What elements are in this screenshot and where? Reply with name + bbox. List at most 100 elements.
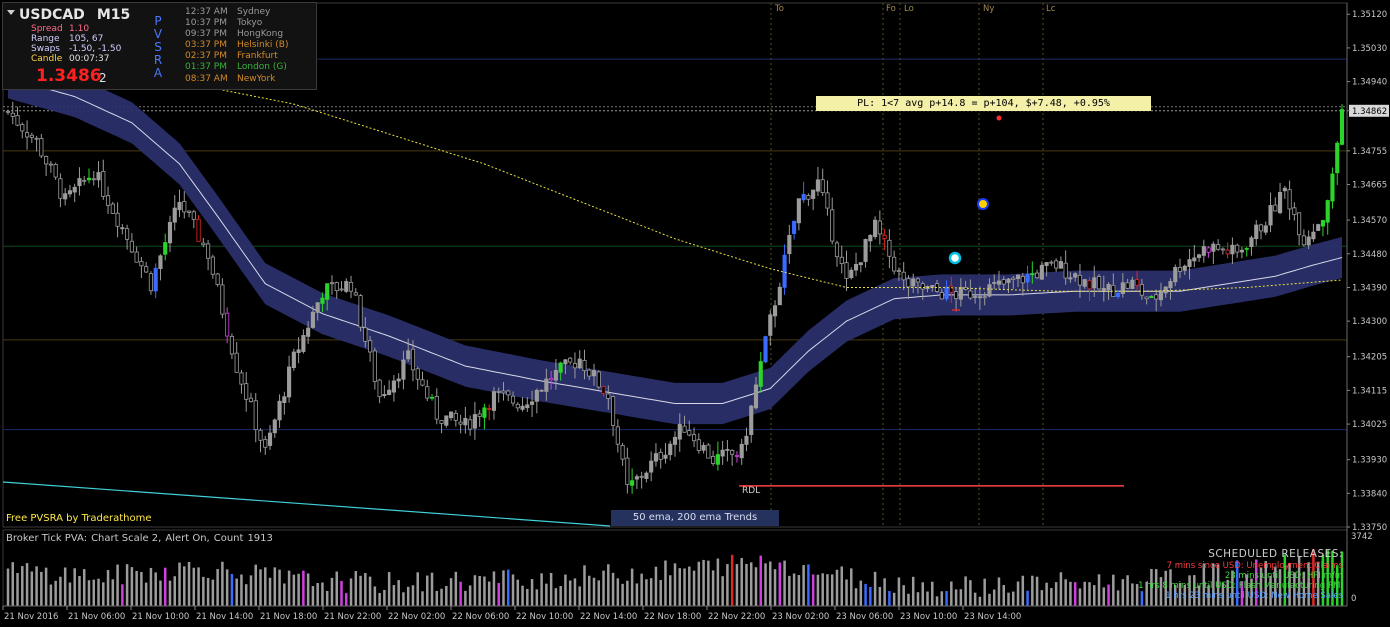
candle-body <box>977 296 982 299</box>
candle-body <box>182 201 187 213</box>
candle-body <box>1092 277 1097 289</box>
y-tick-label: 1.35030 <box>1352 44 1387 54</box>
candle-body <box>1168 281 1173 289</box>
candle-body <box>1216 244 1221 250</box>
candle-body <box>1058 261 1063 269</box>
y-tick-label: 1.34480 <box>1352 250 1387 260</box>
session-name: HongKong <box>237 29 284 40</box>
candle-body <box>77 178 82 187</box>
candle-body <box>1130 279 1135 289</box>
candle-body <box>1096 276 1102 290</box>
candle-body <box>387 389 392 395</box>
candle-body <box>1020 276 1025 284</box>
candle-body <box>1320 220 1326 227</box>
candle-body <box>530 401 535 405</box>
candle-body <box>1197 254 1202 258</box>
y-tick-label: 1.33840 <box>1352 489 1387 499</box>
y-tick-label: 1.35120 <box>1352 10 1387 20</box>
session-name: Sydney <box>237 7 271 17</box>
candle-body <box>277 400 282 421</box>
current-price-dot <box>996 115 1002 121</box>
candle-body <box>1287 189 1292 210</box>
candle-body <box>206 243 211 259</box>
candle-body <box>634 476 639 480</box>
trade-exit-marker <box>948 251 962 265</box>
candle-body <box>777 286 782 306</box>
candle-body <box>930 285 935 288</box>
session-row: 08:37 AM NewYork <box>185 74 288 85</box>
candle-body <box>882 234 887 239</box>
candle-body <box>15 114 20 126</box>
candle-body <box>763 336 768 363</box>
candle-body <box>539 389 544 392</box>
x-tick-label: 21 Nov 10:00 <box>132 612 189 622</box>
x-tick-label: 22 Nov 22:00 <box>708 612 765 622</box>
candle-body <box>301 335 306 352</box>
session-marker-london-close: Lc <box>1046 4 1056 14</box>
candle-body <box>234 352 239 373</box>
candle-body <box>772 305 778 317</box>
candle-body <box>711 455 716 464</box>
spread-row: Spread 1.10 <box>31 24 90 34</box>
candle-body <box>834 242 840 258</box>
scheduled-release-row: 7 mins since USD: Unemployment Claims <box>1166 561 1343 571</box>
candle-body <box>1044 262 1049 266</box>
candle-body <box>510 395 516 404</box>
session-name: Helsinki (B) <box>237 40 289 51</box>
candle-body <box>715 454 720 465</box>
session-name: London (G) <box>237 62 287 73</box>
session-time: 09:37 PM <box>185 29 227 40</box>
candle-body <box>215 273 220 285</box>
candle-body <box>315 302 320 313</box>
candle-body <box>91 178 96 181</box>
x-tick-label: 21 Nov 22:00 <box>324 612 381 622</box>
session-row: 01:37 PM London (G) <box>185 62 288 73</box>
candle-body <box>105 195 111 206</box>
candle-body <box>806 195 811 200</box>
candle-body <box>658 451 663 460</box>
candle-body <box>1311 231 1316 240</box>
candle-body <box>39 138 44 157</box>
candle-body <box>5 110 11 113</box>
candle-body <box>1192 257 1197 262</box>
candle-body <box>844 262 849 279</box>
x-tick-label: 22 Nov 10:00 <box>516 612 573 622</box>
candle-body <box>720 449 725 457</box>
candle-body <box>1073 273 1078 278</box>
candle-body <box>1254 224 1259 240</box>
candle-body <box>487 408 492 410</box>
candle-body <box>134 251 139 263</box>
candle-body <box>515 403 520 409</box>
candle-body <box>1158 290 1164 301</box>
candle-body <box>377 379 382 398</box>
candle-body <box>749 405 754 435</box>
session-time: 03:37 PM <box>185 40 227 51</box>
candle-body <box>892 256 897 272</box>
y-tick-label: 1.34862 <box>1352 107 1387 117</box>
candle-body <box>1263 225 1268 233</box>
candle-body <box>572 363 578 369</box>
candle-body <box>339 288 344 291</box>
candle-body <box>391 380 396 393</box>
candle-body <box>1049 261 1054 264</box>
candle-body <box>1149 295 1154 298</box>
candle-body <box>920 283 925 290</box>
x-tick-label: 21 Nov 06:00 <box>68 612 125 622</box>
candle-body <box>153 267 158 292</box>
candle-body <box>649 460 654 473</box>
indicator-credit: Free PVSRA by Traderathome <box>6 513 152 524</box>
candle-body <box>210 256 215 275</box>
candle-body <box>796 198 801 224</box>
collapse-triangle-icon[interactable] <box>7 10 15 15</box>
candle-body <box>1301 235 1306 246</box>
candle-body <box>468 419 473 430</box>
candle-body <box>644 472 649 479</box>
candle-body <box>1201 246 1206 256</box>
candle-body <box>1316 224 1321 231</box>
x-tick-label: 22 Nov 18:00 <box>644 612 701 622</box>
candle-body <box>887 239 892 257</box>
candle-body <box>1006 278 1011 283</box>
candle-body <box>811 189 816 199</box>
candle-body <box>1211 243 1216 252</box>
candle-body <box>1182 265 1187 271</box>
